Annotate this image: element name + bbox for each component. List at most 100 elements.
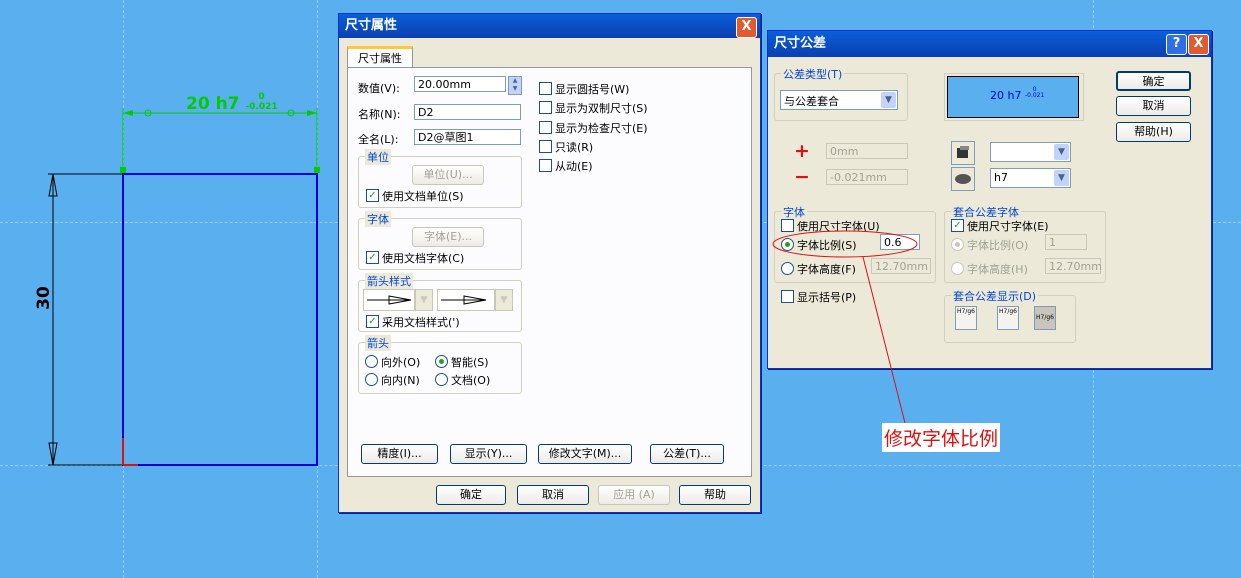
arrow-right xyxy=(307,110,317,116)
arrow-left xyxy=(123,110,133,116)
radio-document[interactable] xyxy=(435,373,448,386)
display-button[interactable]: 显示(Y)... xyxy=(450,444,527,464)
check-label: 只读(R) xyxy=(555,141,594,154)
name-label: 名称(N): xyxy=(358,108,401,121)
unit-button[interactable]: 单位(U)... xyxy=(412,165,484,185)
hole-fit-select[interactable]: ▼ xyxy=(990,142,1071,162)
upper-tol-input[interactable]: 0mm xyxy=(826,143,908,159)
cancel-button[interactable]: 取消 xyxy=(517,485,589,505)
unit-group: 单位 单位(U)... ✓ 使用文档单位(S) xyxy=(358,149,522,208)
sketch-point xyxy=(314,167,320,173)
ok-button[interactable]: 确定 xyxy=(436,485,506,505)
group-label: 字体 xyxy=(365,211,391,227)
use-doc-unit-check[interactable]: ✓ xyxy=(366,189,379,202)
shaft-fit-icon[interactable] xyxy=(951,167,975,191)
highlight-ellipse xyxy=(772,230,918,258)
dim-horizontal-text[interactable]: 20 h7 0 -0.021 xyxy=(186,92,278,114)
help-button[interactable]: 帮助(H) xyxy=(1116,122,1191,142)
use-doc-style-check[interactable]: ✓ xyxy=(366,315,379,328)
chevron-down-icon[interactable]: ▼ xyxy=(495,289,513,311)
group-label: 公差类型(T) xyxy=(781,66,845,82)
radio-label: 字体比例(O) xyxy=(967,239,1029,252)
arrow-style-right-select[interactable] xyxy=(437,289,495,311)
radio-label: 向内(N) xyxy=(381,374,420,387)
fit-font-ratio-input[interactable]: 1 xyxy=(1045,234,1087,250)
group-label: 单位 xyxy=(365,149,391,165)
arrow-style-left-select[interactable] xyxy=(363,289,415,311)
minus-icon: − xyxy=(794,166,810,188)
close-button[interactable]: X xyxy=(736,17,757,38)
check-show-parens[interactable] xyxy=(539,82,552,95)
chevron-down-icon: ▼ xyxy=(1054,144,1069,160)
tab-panel: 数值(V): 20.00mm ▲ ▼ 名称(N): D2 全名(L): D2@草图… xyxy=(347,67,752,477)
value-label: 数值(V): xyxy=(358,82,400,95)
chevron-down-icon[interactable]: ▼ xyxy=(415,289,433,311)
fit-font-height-input[interactable]: 12.70mm xyxy=(1045,258,1102,274)
name-input[interactable]: D2 xyxy=(414,104,521,120)
dialog-titlebar[interactable]: 尺寸属性 xyxy=(339,14,760,38)
arrow-group: 箭头 向外(O) 智能(S) 向内(N) 文档(O) xyxy=(358,335,522,394)
precision-button[interactable]: 精度(I)... xyxy=(361,444,438,464)
check-label: 显示为双制尺寸(S) xyxy=(555,102,648,115)
dialog-title: 尺寸属性 xyxy=(345,18,398,33)
dim-value: 20 h7 xyxy=(186,94,240,114)
help-icon[interactable]: ? xyxy=(1166,34,1187,55)
check-readonly[interactable] xyxy=(539,140,552,153)
chevron-down-icon: ▼ xyxy=(881,92,896,108)
dim-vertical-text[interactable]: 30 xyxy=(34,286,54,310)
font-group: 字体 字体(E)... ✓ 使用文档字体(C) xyxy=(358,211,522,270)
radio-outside[interactable] xyxy=(365,355,378,368)
preview-lower: -0.021 xyxy=(1024,92,1045,99)
fit-display-linear[interactable]: H7/g6 xyxy=(1034,306,1056,330)
chevron-down-icon: ▼ xyxy=(1054,170,1069,186)
select-value: 与公差套合 xyxy=(784,95,839,108)
check-label: 使用文档单位(S) xyxy=(382,190,464,203)
tolerance-type-select[interactable]: 与公差套合 ▼ xyxy=(780,90,898,110)
tolerance-preview: 20 h7 0 -0.021 xyxy=(947,76,1079,118)
cancel-button[interactable]: 取消 xyxy=(1116,96,1191,116)
annotation-overlay xyxy=(772,230,918,424)
close-button[interactable]: X xyxy=(1188,34,1209,55)
radio-label: 字体高度(H) xyxy=(967,263,1028,276)
radio-label: 文档(O) xyxy=(451,374,491,387)
apply-button[interactable]: 应用 (A) xyxy=(598,485,670,505)
dim-upper-tol: 0 xyxy=(258,92,265,102)
check-label: 使用文档字体(C) xyxy=(382,252,465,265)
fit-display-stacked[interactable]: H7/g6 xyxy=(997,306,1019,330)
modify-text-button[interactable]: 修改文字(M)... xyxy=(538,444,632,464)
select-value: h7 xyxy=(994,171,1008,184)
check-label: 使用尺寸字体(E) xyxy=(967,220,1049,233)
radio-inside[interactable] xyxy=(365,373,378,386)
sketch-rectangle xyxy=(122,173,318,466)
leader-line xyxy=(862,256,906,424)
hole-fit-icon[interactable] xyxy=(951,141,975,165)
arrow-style-group: 箭头样式 ▼ ▼ ✓ 采用文档样式(') xyxy=(358,273,522,332)
check-label: 从动(E) xyxy=(555,160,593,173)
radio-label: 智能(S) xyxy=(451,356,489,369)
dim-lower-tol: -0.021 xyxy=(245,102,278,112)
check-inspection[interactable] xyxy=(539,121,552,134)
shaft-fit-select[interactable]: h7 ▼ xyxy=(990,168,1071,188)
help-button[interactable]: 帮助 xyxy=(679,485,751,505)
annotation-callout: 修改字体比例 xyxy=(882,423,1001,452)
tolerance-button[interactable]: 公差(T)... xyxy=(650,444,724,464)
check-driven[interactable] xyxy=(539,159,552,172)
value-input[interactable]: 20.00mm xyxy=(414,76,506,92)
font-button[interactable]: 字体(E)... xyxy=(412,227,484,247)
radio-label: 向外(O) xyxy=(381,356,421,369)
radio-smart[interactable] xyxy=(435,355,448,368)
tab-dim-properties[interactable]: 尺寸属性 xyxy=(347,46,413,69)
value-spinner[interactable]: ▲ ▼ xyxy=(508,76,522,95)
group-label: 箭头样式 xyxy=(365,273,413,289)
check-label: 采用文档样式(') xyxy=(382,316,460,329)
plus-icon: + xyxy=(794,140,810,162)
use-doc-font-check[interactable]: ✓ xyxy=(366,251,379,264)
check-dual-dim[interactable] xyxy=(539,101,552,114)
preview-main: 20 h7 xyxy=(990,89,1022,102)
lower-tol-input[interactable]: -0.021mm xyxy=(826,169,908,185)
group-label: 箭头 xyxy=(365,335,391,351)
ok-button[interactable]: 确定 xyxy=(1116,71,1191,91)
dialog-titlebar[interactable]: 尺寸公差 xyxy=(768,31,1211,57)
check-label: 显示为检查尺寸(E) xyxy=(555,122,648,135)
fullname-input[interactable]: D2@草图1 xyxy=(414,129,521,145)
